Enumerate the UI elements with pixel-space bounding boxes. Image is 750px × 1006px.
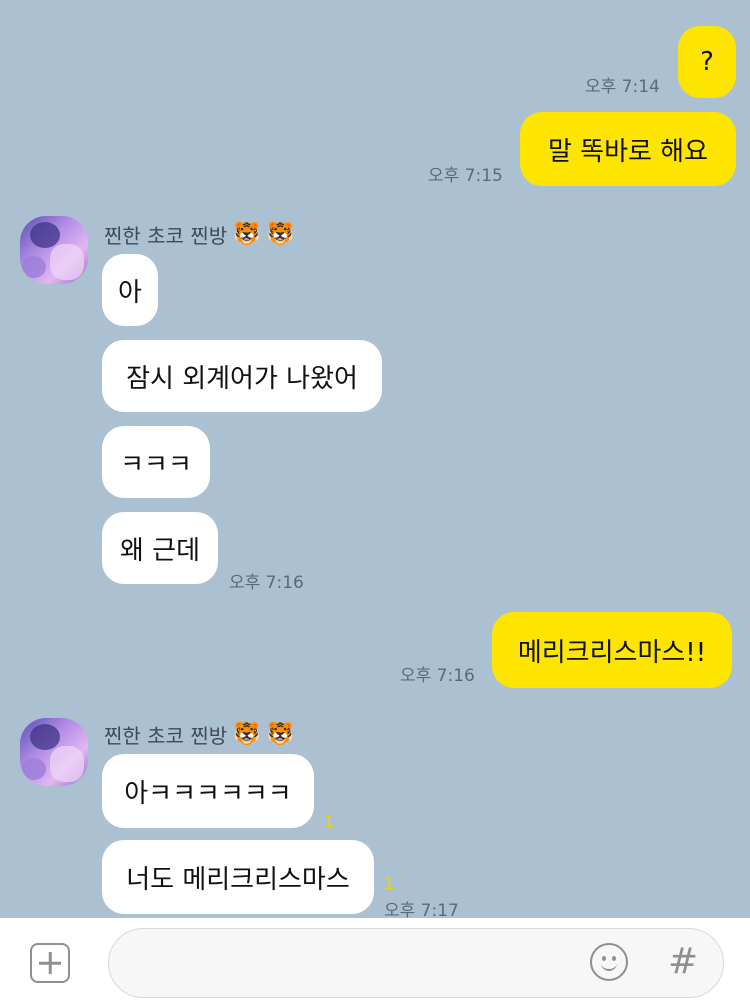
- my-message-bubble[interactable]: ?: [678, 26, 736, 98]
- message-text: 아ㅋㅋㅋㅋㅋㅋ: [124, 778, 292, 809]
- message-time: 오후 7:16: [229, 573, 304, 593]
- sender-name-text: 찐한 초코 찐방: [104, 224, 228, 248]
- message-time: 오후 7:15: [428, 166, 503, 186]
- tiger-face-icon: 🐯: [233, 221, 261, 247]
- their-message-bubble[interactable]: 잠시 외계어가 나왔어: [102, 340, 382, 412]
- message-text: 너도 메리크리스마스: [126, 864, 350, 895]
- sender-name: 찐한 초코 찐방 🐯 🐯: [104, 220, 294, 249]
- sender-name: 찐한 초코 찐방 🐯 🐯: [104, 720, 294, 749]
- message-text: 메리크리스마스!!: [517, 637, 707, 668]
- message-text: 왜 근데: [119, 535, 201, 566]
- my-message-bubble[interactable]: 말 똑바로 해요: [520, 112, 736, 186]
- sender-avatar[interactable]: [20, 718, 88, 786]
- tiger-face-icon: 🐯: [266, 721, 294, 747]
- sender-avatar[interactable]: [20, 216, 88, 284]
- message-text: 잠시 외계어가 나왔어: [126, 363, 358, 394]
- message-time: 오후 7:16: [400, 666, 475, 686]
- sender-name-text: 찐한 초코 찐방: [104, 724, 228, 748]
- message-text: 아: [118, 277, 142, 308]
- message-text: ㅋㅋㅋ: [120, 449, 192, 480]
- message-input[interactable]: [108, 928, 724, 998]
- message-text: ?: [700, 47, 714, 77]
- their-message-bubble[interactable]: 너도 메리크리스마스: [102, 840, 374, 914]
- their-message-bubble[interactable]: 아: [102, 254, 158, 326]
- unread-count: 1: [324, 812, 335, 831]
- their-message-bubble[interactable]: ㅋㅋㅋ: [102, 426, 210, 498]
- their-message-bubble[interactable]: 왜 근데: [102, 512, 218, 584]
- hash-icon[interactable]: #: [668, 942, 698, 982]
- tiger-face-icon: 🐯: [233, 721, 261, 747]
- their-message-bubble[interactable]: 아ㅋㅋㅋㅋㅋㅋ: [102, 754, 314, 828]
- emoticon-button[interactable]: [590, 943, 628, 981]
- message-time: 오후 7:14: [585, 77, 660, 97]
- message-text: 말 똑바로 해요: [547, 136, 709, 167]
- add-attachment-button[interactable]: [30, 943, 70, 983]
- my-message-bubble[interactable]: 메리크리스마스!!: [492, 612, 732, 688]
- tiger-face-icon: 🐯: [266, 221, 294, 247]
- unread-count: 1: [384, 874, 395, 893]
